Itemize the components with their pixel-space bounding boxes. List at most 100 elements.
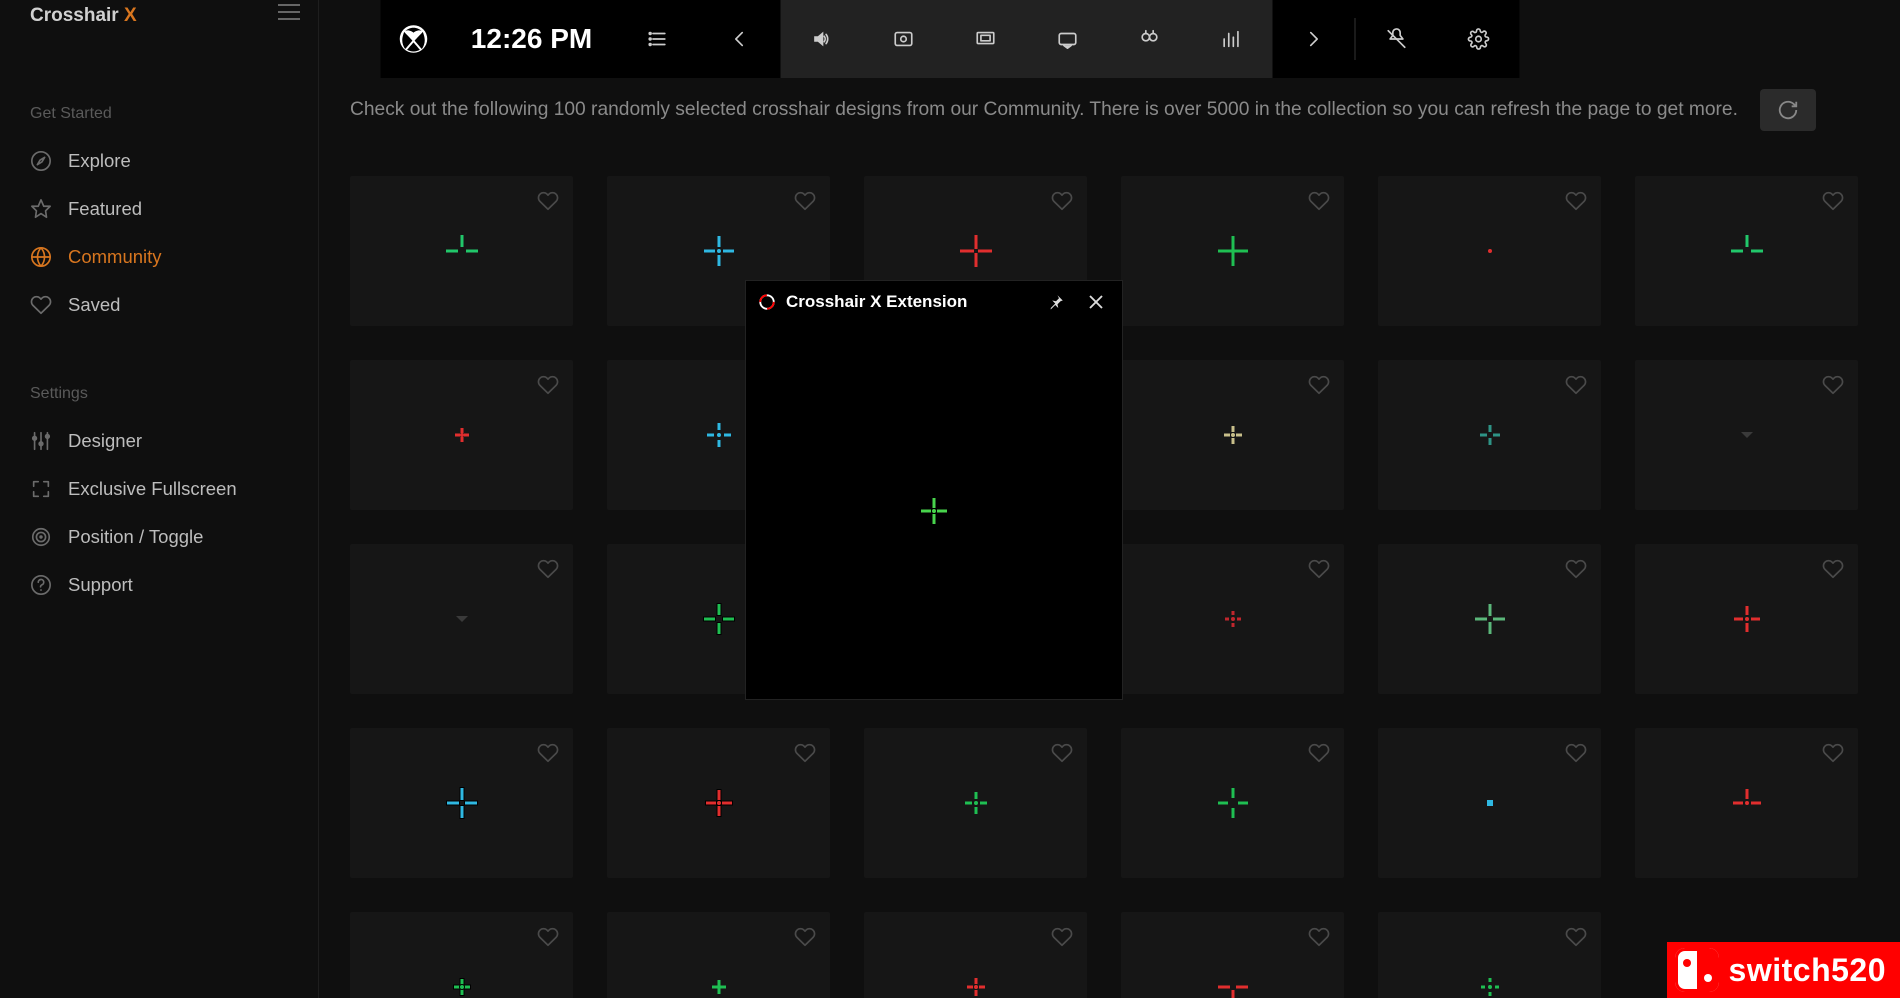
performance-button[interactable] — [1191, 0, 1273, 78]
favorite-button[interactable] — [1308, 374, 1330, 396]
favorite-button[interactable] — [537, 190, 559, 212]
crosshair-card[interactable] — [1121, 176, 1344, 326]
sidebar-item-fullscreen[interactable]: Exclusive Fullscreen — [30, 465, 288, 513]
crosshair-preview — [699, 783, 739, 823]
crosshair-preview — [442, 967, 482, 998]
intro-text: Check out the following 100 randomly sel… — [350, 99, 1738, 121]
compass-icon — [30, 150, 52, 172]
crosshair-card[interactable] — [607, 912, 830, 998]
favorite-button[interactable] — [1308, 926, 1330, 948]
favorite-button[interactable] — [794, 742, 816, 764]
close-icon[interactable] — [1076, 282, 1116, 322]
favorite-button[interactable] — [1822, 558, 1844, 580]
audio-button[interactable] — [781, 0, 863, 78]
crosshair-card[interactable] — [1378, 912, 1601, 998]
list-button[interactable] — [617, 0, 699, 78]
extension-titlebar[interactable]: Crosshair X Extension — [746, 281, 1122, 323]
crosshair-card[interactable] — [350, 176, 573, 326]
favorite-button[interactable] — [1565, 374, 1587, 396]
favorite-button[interactable] — [1565, 742, 1587, 764]
favorite-button[interactable] — [794, 926, 816, 948]
favorite-button[interactable] — [1822, 190, 1844, 212]
favorite-button[interactable] — [1051, 926, 1073, 948]
sidebar-item-community[interactable]: Community — [30, 233, 288, 281]
crosshair-card[interactable] — [1635, 176, 1858, 326]
crosshair-card[interactable] — [1378, 360, 1601, 510]
crosshair-preview — [699, 599, 739, 639]
no-notifications-button[interactable] — [1356, 0, 1438, 78]
widgets-button[interactable] — [945, 0, 1027, 78]
favorite-button[interactable] — [794, 190, 816, 212]
crosshair-preview — [1470, 415, 1510, 455]
xbox-button[interactable] — [381, 0, 447, 78]
crosshair-preview — [1727, 231, 1767, 271]
favorite-button[interactable] — [1822, 742, 1844, 764]
crosshair-card[interactable] — [1635, 544, 1858, 694]
crosshair-card[interactable] — [350, 360, 573, 510]
extension-window[interactable]: Crosshair X Extension — [745, 280, 1123, 700]
extension-logo-icon — [758, 293, 776, 311]
crosshair-card[interactable] — [864, 728, 1087, 878]
chevron-right-button[interactable] — [1273, 0, 1355, 78]
favorite-button[interactable] — [1051, 742, 1073, 764]
favorite-button[interactable] — [537, 926, 559, 948]
sliders-icon — [30, 430, 52, 452]
favorite-button[interactable] — [537, 374, 559, 396]
crosshair-card[interactable] — [607, 728, 830, 878]
crosshair-card[interactable] — [1121, 912, 1344, 998]
crosshair-preview — [1470, 783, 1510, 823]
help-icon — [30, 574, 52, 596]
sidebar-item-label: Community — [68, 246, 162, 268]
crosshair-card[interactable] — [1635, 728, 1858, 878]
crosshair-preview — [956, 231, 996, 271]
crosshair-card[interactable] — [1121, 360, 1344, 510]
pin-icon[interactable] — [1036, 282, 1076, 322]
settings-button[interactable] — [1438, 0, 1520, 78]
favorite-button[interactable] — [1051, 190, 1073, 212]
crosshair-card[interactable] — [350, 728, 573, 878]
capture-button[interactable] — [863, 0, 945, 78]
no-notifications-icon — [1386, 28, 1408, 50]
crosshair-card[interactable] — [1121, 728, 1344, 878]
sidebar-item-label: Exclusive Fullscreen — [68, 478, 237, 500]
crosshair-card[interactable] — [1121, 544, 1344, 694]
sidebar-item-featured[interactable]: Featured — [30, 185, 288, 233]
hamburger-icon[interactable] — [278, 4, 300, 20]
favorite-button[interactable] — [1822, 374, 1844, 396]
chevron-left-button[interactable] — [699, 0, 781, 78]
sidebar-item-label: Explore — [68, 150, 131, 172]
refresh-button[interactable] — [1760, 89, 1816, 131]
sidebar-item-position[interactable]: Position / Toggle — [30, 513, 288, 561]
crosshair-card[interactable] — [350, 544, 573, 694]
favorite-button[interactable] — [1308, 742, 1330, 764]
clock: 12:26 PM — [447, 0, 617, 78]
sidebar-item-explorer[interactable]: Explore — [30, 137, 288, 185]
target-icon — [30, 526, 52, 548]
sidebar-item-designer[interactable]: Designer — [30, 417, 288, 465]
crosshair-card[interactable] — [864, 912, 1087, 998]
widgets-icon — [975, 28, 997, 50]
crosshair-preview — [699, 415, 739, 455]
crosshair-card[interactable] — [350, 912, 573, 998]
crosshair-preview — [956, 783, 996, 823]
sidebar-item-saved[interactable]: Saved — [30, 281, 288, 329]
favorite-button[interactable] — [537, 742, 559, 764]
favorite-button[interactable] — [1565, 190, 1587, 212]
capture-icon — [893, 28, 915, 50]
sidebar-item-label: Support — [68, 574, 133, 596]
crosshair-card[interactable] — [1378, 544, 1601, 694]
favorite-button[interactable] — [1308, 190, 1330, 212]
xbox-social-button[interactable] — [1027, 0, 1109, 78]
favorite-button[interactable] — [537, 558, 559, 580]
brand-title: Crosshair X — [30, 0, 288, 27]
extension-title: Crosshair X Extension — [786, 292, 967, 312]
favorite-button[interactable] — [1308, 558, 1330, 580]
sidebar-item-support[interactable]: Support — [30, 561, 288, 609]
crosshair-card[interactable] — [1378, 728, 1601, 878]
crosshair-card[interactable] — [1378, 176, 1601, 326]
favorite-button[interactable] — [1565, 558, 1587, 580]
sidebar-section-label: Get Started — [30, 105, 288, 123]
looking-for-group-button[interactable] — [1109, 0, 1191, 78]
favorite-button[interactable] — [1565, 926, 1587, 948]
crosshair-card[interactable] — [1635, 360, 1858, 510]
